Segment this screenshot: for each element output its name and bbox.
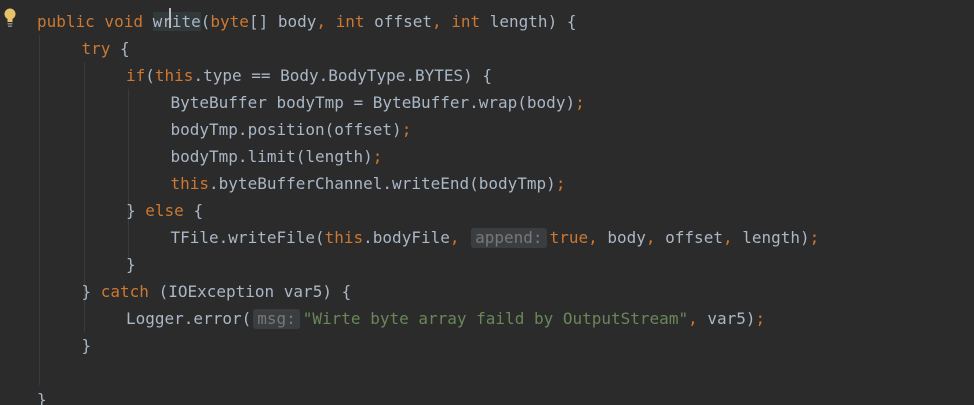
code-token: true <box>549 228 589 247</box>
code-token: , <box>431 12 452 31</box>
code-line[interactable]: if(this.type == Body.BodyType.BYTES) { <box>126 62 492 89</box>
code-line[interactable]: } <box>126 251 136 278</box>
indent-guide <box>39 35 40 385</box>
code-token: length) <box>742 228 810 247</box>
lightbulb-icon[interactable] <box>4 8 16 30</box>
code-line[interactable]: } catch (IOException var5) { <box>82 278 352 305</box>
code-token: this <box>154 66 194 85</box>
code-token: int <box>335 12 375 31</box>
code-line[interactable]: public void write(byte[] body, int offse… <box>37 8 576 35</box>
code-line[interactable]: TFile.writeFile(this.bodyFile, append: tr… <box>170 224 820 251</box>
code-token: { <box>120 39 130 58</box>
code-token: ByteBuffer bodyTmp = ByteBuffer.wrap(bod… <box>170 93 576 112</box>
code-line[interactable]: ByteBuffer bodyTmp = ByteBuffer.wrap(bod… <box>171 89 585 116</box>
code-line[interactable]: Logger.error(msg: "Wirte byte array faild… <box>126 305 765 332</box>
code-token: ; <box>575 93 585 112</box>
code-line[interactable]: } <box>37 386 47 405</box>
code-token: } <box>126 201 146 220</box>
code-line[interactable]: try { <box>82 35 130 62</box>
code-token: bodyTmp.position(offset) <box>170 120 402 139</box>
code-token: } <box>126 255 136 274</box>
code-token: { <box>193 201 204 220</box>
code-token: ; <box>755 309 766 328</box>
code-token: Logger.error( <box>126 309 252 328</box>
code-token: } <box>81 336 92 355</box>
code-token: , <box>688 309 708 328</box>
code-editor[interactable]: public void write(byte[] body, int offse… <box>0 0 974 405</box>
code-token: else <box>145 201 194 220</box>
code-token: bodyTmp.limit(length) <box>170 147 373 166</box>
code-token: "Wirte byte array faild by OutputStream" <box>302 309 689 328</box>
parameter-hint: msg: <box>253 309 300 329</box>
code-token: offset <box>665 228 723 247</box>
code-token: , <box>588 228 608 247</box>
code-token: , <box>645 228 666 247</box>
code-line[interactable]: bodyTmp.position(offset); <box>171 116 412 143</box>
code-token: ; <box>372 147 383 166</box>
code-token: try <box>81 39 121 58</box>
parameter-hint: append: <box>471 228 547 248</box>
code-token: [] body <box>248 12 317 31</box>
code-token: this <box>324 228 364 247</box>
code-token: } <box>81 282 101 301</box>
code-token: offset <box>374 12 432 31</box>
code-token: (IOException var5) { <box>158 282 352 301</box>
code-token: .type == Body.BodyType.BYTES) { <box>193 66 493 85</box>
text-caret <box>169 8 171 28</box>
code-token: .bodyFile <box>363 228 450 247</box>
code-token: catch <box>100 282 159 301</box>
code-token: byte <box>210 12 249 31</box>
code-token: this <box>170 174 210 193</box>
code-token: write <box>152 12 201 31</box>
code-token: ( <box>145 66 155 85</box>
code-token: TFile.writeFile( <box>170 228 325 247</box>
code-token: if <box>126 66 146 85</box>
code-line[interactable]: bodyTmp.limit(length); <box>171 143 383 170</box>
code-token: , <box>722 228 743 247</box>
code-token: ; <box>555 174 566 193</box>
code-token: , <box>449 228 470 247</box>
code-token: body <box>607 228 646 247</box>
code-token: var5) <box>707 309 756 328</box>
code-token: int <box>451 12 490 31</box>
code-token: , <box>316 12 336 31</box>
indent-guide <box>128 89 129 259</box>
code-token: ; <box>401 120 412 139</box>
code-token: ( <box>200 12 211 31</box>
code-token: .byteBufferChannel.writeEnd(bodyTmp) <box>209 174 556 193</box>
code-line[interactable]: } <box>82 332 92 359</box>
code-token: ; <box>809 228 820 247</box>
code-line[interactable]: this.byteBufferChannel.writeEnd(bodyTmp)… <box>171 170 566 197</box>
code-line[interactable]: } else { <box>126 197 203 224</box>
code-token: } <box>37 390 47 405</box>
code-token: public void <box>37 12 153 31</box>
code-token: length) { <box>489 12 577 31</box>
